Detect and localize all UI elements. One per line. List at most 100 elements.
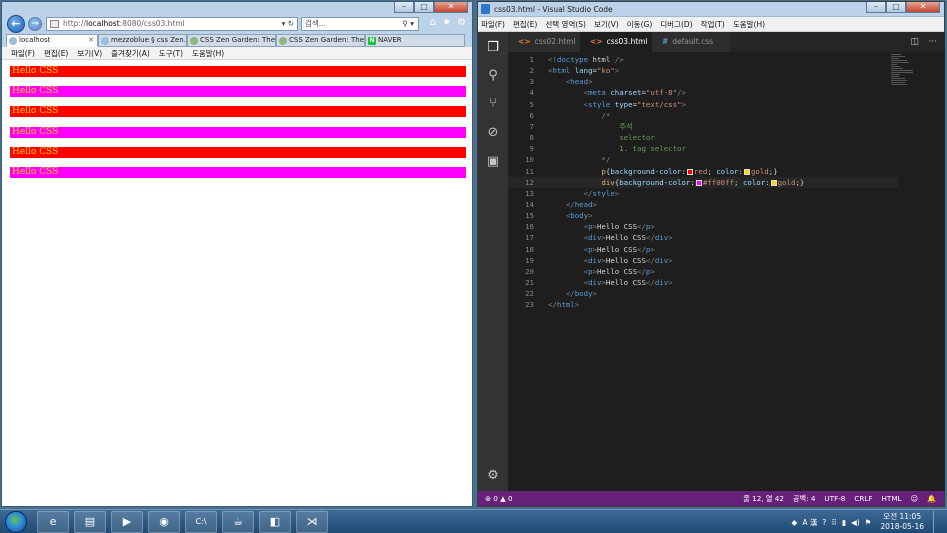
- code-line[interactable]: 3 <head>: [508, 76, 898, 87]
- search-icon[interactable]: ⚲ ▾: [402, 18, 414, 30]
- search-input[interactable]: 검색... ⚲ ▾: [301, 17, 419, 31]
- code-line[interactable]: 8 selector: [508, 132, 898, 143]
- code-line[interactable]: 21 <div>Hello CSS</div>: [508, 277, 898, 288]
- tab-default-css[interactable]: # default.css: [652, 32, 730, 52]
- refresh-icon[interactable]: ▾ ↻: [282, 18, 294, 30]
- menu-selection[interactable]: 선택 영역(S): [545, 17, 586, 31]
- address-bar[interactable]: http://localhost:8080/css03.html ▾ ↻: [46, 17, 298, 31]
- eclipse-taskbar-icon[interactable]: ◧: [259, 511, 291, 533]
- menu-debug[interactable]: 디버그(D): [660, 17, 692, 31]
- chrome-taskbar-icon[interactable]: ◉: [148, 511, 180, 533]
- close-button[interactable]: ✕: [434, 2, 468, 13]
- menu-file[interactable]: 파일(F): [11, 47, 35, 59]
- menu-edit[interactable]: 편집(E): [44, 47, 68, 59]
- close-icon[interactable]: ✕: [88, 35, 94, 46]
- minimize-button[interactable]: –: [394, 2, 414, 13]
- code-line[interactable]: 16 <p>Hello CSS</p>: [508, 221, 898, 232]
- tray-overflow-icon[interactable]: ⠿: [831, 518, 837, 527]
- code-line[interactable]: 13 </style>: [508, 188, 898, 199]
- code-editor[interactable]: 1 <!doctype html /> 2 <html lang="ko"> 3 <he…: [508, 52, 945, 491]
- back-button[interactable]: ←: [7, 15, 25, 33]
- java-taskbar-icon[interactable]: ☕: [222, 511, 254, 533]
- code-line[interactable]: 17 <div>Hello CSS</div>: [508, 232, 898, 243]
- network-shield-icon[interactable]: ◆: [792, 518, 798, 527]
- tab-naver[interactable]: N NAVER: [365, 34, 465, 47]
- menu-help[interactable]: 도움말(H): [192, 47, 224, 59]
- code-line[interactable]: 22 </body>: [508, 288, 898, 299]
- cursor-position[interactable]: 줄 12, 열 42: [743, 491, 784, 506]
- tab-css02[interactable]: <> css02.html: [508, 32, 580, 52]
- search-icon[interactable]: ⚲: [485, 68, 501, 84]
- menu-help[interactable]: 도움말(H): [733, 17, 765, 31]
- color-swatch[interactable]: [686, 168, 693, 175]
- help-icon[interactable]: ?: [822, 518, 826, 527]
- menu-file[interactable]: 파일(F): [481, 17, 505, 31]
- color-swatch[interactable]: [695, 179, 702, 186]
- split-editor-icon[interactable]: ◫: [910, 32, 919, 52]
- tab-zen-garden-2[interactable]: CSS Zen Garden: The...: [276, 34, 365, 47]
- indentation[interactable]: 공백: 4: [793, 491, 816, 506]
- code-line[interactable]: 19 <div>Hello CSS</div>: [508, 255, 898, 266]
- tab-localhost[interactable]: localhost ✕: [6, 34, 98, 47]
- feedback-smiley-icon[interactable]: ☺: [911, 491, 919, 506]
- show-desktop-button[interactable]: [933, 511, 943, 533]
- menu-go[interactable]: 이동(G): [627, 17, 652, 31]
- code-line[interactable]: 14 </head>: [508, 199, 898, 210]
- line-ending[interactable]: CRLF: [854, 491, 872, 506]
- media-player-taskbar-icon[interactable]: ▶: [111, 511, 143, 533]
- code-line[interactable]: 5 <style type="text/css">: [508, 99, 898, 110]
- menu-tools[interactable]: 도구(T): [159, 47, 183, 59]
- source-control-icon[interactable]: ⑂: [485, 96, 501, 112]
- encoding[interactable]: UTF-8: [824, 491, 845, 506]
- input-language[interactable]: A 漢: [802, 517, 817, 528]
- tab-css03[interactable]: <> css03.html: [580, 32, 652, 52]
- menu-edit[interactable]: 편집(E): [513, 17, 537, 31]
- home-icon[interactable]: ⌂: [430, 17, 436, 28]
- problems-indicator[interactable]: ⊗ 0 ▲ 0: [485, 491, 513, 506]
- gear-icon[interactable]: ⚙: [485, 468, 501, 484]
- forward-button[interactable]: →: [28, 17, 42, 31]
- language-mode[interactable]: HTML: [882, 491, 902, 506]
- cmd-taskbar-icon[interactable]: C:\: [185, 511, 217, 533]
- menu-view[interactable]: 보기(V): [77, 47, 102, 59]
- debug-icon[interactable]: ⊘: [485, 125, 501, 141]
- code-line[interactable]: 6 /*: [508, 110, 898, 121]
- maximize-button[interactable]: □: [886, 2, 906, 13]
- minimize-button[interactable]: –: [866, 2, 886, 13]
- color-swatch[interactable]: [743, 168, 750, 175]
- code-line[interactable]: 4 <meta charset="utf-8"/>: [508, 87, 898, 98]
- vscode-taskbar-icon[interactable]: ⋊: [296, 511, 328, 533]
- menu-favorites[interactable]: 즐겨찾기(A): [111, 47, 150, 59]
- code-line[interactable]: 23 </html>: [508, 299, 898, 310]
- gear-icon[interactable]: ⚙: [457, 17, 466, 28]
- code-line[interactable]: 1 <!doctype html />: [508, 54, 898, 65]
- tab-mezzoblue[interactable]: mezzoblue § css Zen...: [98, 34, 187, 47]
- ie-taskbar-icon[interactable]: e: [37, 511, 69, 533]
- more-actions-icon[interactable]: ···: [928, 32, 937, 52]
- code-line[interactable]: 9 1. tag selector: [508, 143, 898, 154]
- code-line[interactable]: 11 p{background-color: red; color: gold;}: [508, 166, 898, 177]
- action-center-flag-icon[interactable]: ⚑: [865, 518, 872, 527]
- code-line[interactable]: 20 <p>Hello CSS</p>: [508, 266, 898, 277]
- close-button[interactable]: ✕: [906, 2, 940, 13]
- code-line[interactable]: 10 */: [508, 154, 898, 165]
- color-swatch[interactable]: [770, 179, 777, 186]
- explorer-taskbar-icon[interactable]: ▤: [74, 511, 106, 533]
- code-line[interactable]: 18 <p>Hello CSS</p>: [508, 244, 898, 255]
- menu-tasks[interactable]: 작업(T): [701, 17, 725, 31]
- start-button[interactable]: [5, 511, 27, 533]
- volume-icon[interactable]: ◀): [851, 518, 860, 527]
- notifications-bell-icon[interactable]: 🔔: [927, 491, 936, 506]
- extensions-icon[interactable]: ▣: [485, 154, 501, 170]
- explorer-files-icon[interactable]: ❐: [485, 40, 501, 56]
- code-line[interactable]: 2 <html lang="ko">: [508, 65, 898, 76]
- network-icon[interactable]: ▮: [842, 518, 846, 527]
- tab-zen-garden-1[interactable]: CSS Zen Garden: The...: [187, 34, 276, 47]
- menu-view[interactable]: 보기(V): [594, 17, 619, 31]
- code-line[interactable]: 15 <body>: [508, 210, 898, 221]
- favorites-star-icon[interactable]: ★: [442, 17, 451, 28]
- clock[interactable]: 오전 11:05 2018-05-16: [880, 512, 924, 532]
- code-line[interactable]: 7 주석: [508, 121, 898, 132]
- code-line[interactable]: 12 div{background-color: #ff00ff; color: g…: [508, 176, 898, 188]
- maximize-button[interactable]: □: [414, 2, 434, 13]
